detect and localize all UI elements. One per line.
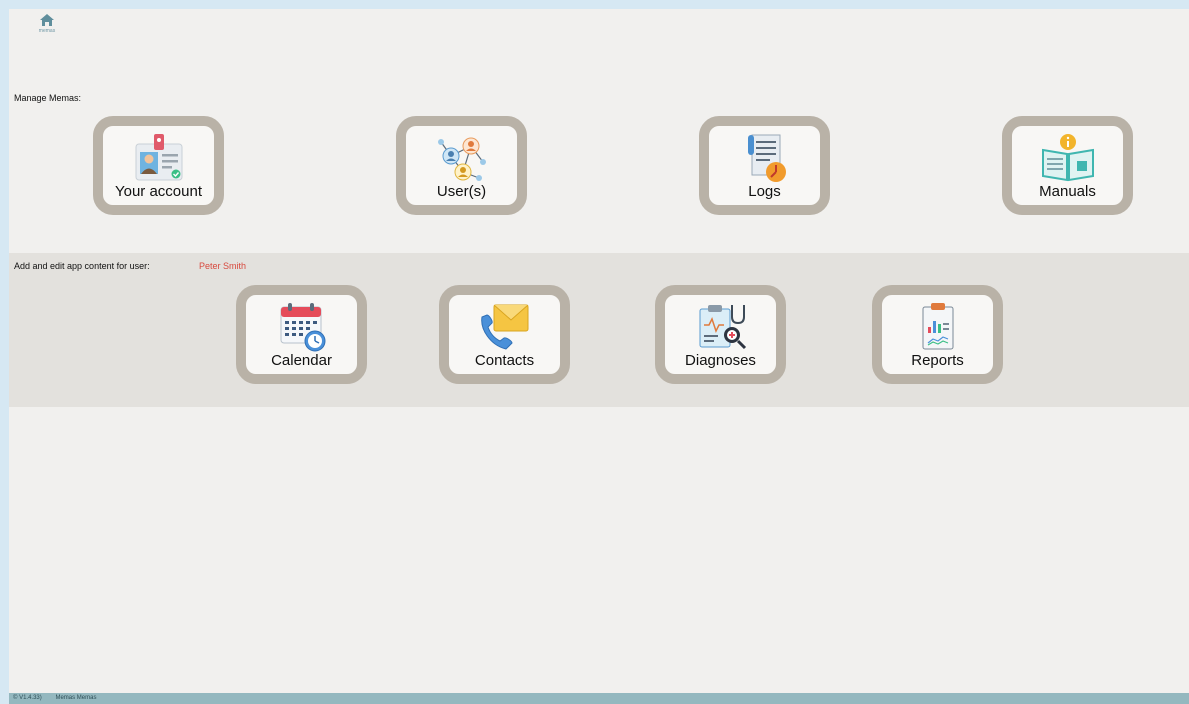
calendar-tile[interactable]: Calendar (236, 285, 367, 384)
manuals-tile[interactable]: Manuals (1002, 116, 1133, 215)
app-name-text: Memas Memas (55, 695, 97, 701)
your-account-tile[interactable]: Your account (93, 116, 224, 215)
contacts-tile[interactable]: Contacts (439, 285, 570, 384)
logs-label: Logs (748, 183, 781, 200)
manual-book-icon (1039, 132, 1097, 184)
home-button[interactable]: memas (35, 13, 59, 37)
diagnoses-icon (692, 301, 750, 353)
version-text: © V1.4.33) (13, 695, 42, 701)
logs-tile[interactable]: Logs (699, 116, 830, 215)
calendar-label: Calendar (271, 352, 332, 369)
log-clock-icon (736, 132, 794, 184)
status-bar: © V1.4.33) Memas Memas (9, 693, 1189, 704)
reports-label: Reports (911, 352, 964, 369)
reports-tile[interactable]: Reports (872, 285, 1003, 384)
home-icon (39, 13, 55, 27)
user-content-title: Add and edit app content for user: (14, 261, 150, 271)
home-label: memas (38, 28, 56, 34)
manuals-label: Manuals (1039, 183, 1096, 200)
users-label: User(s) (436, 183, 487, 200)
app-window: memas Manage Memas: Your account User(s)… (9, 9, 1189, 693)
diagnoses-tile[interactable]: Diagnoses (655, 285, 786, 384)
manage-section-title: Manage Memas: (14, 93, 82, 103)
contacts-icon (476, 301, 534, 353)
contacts-label: Contacts (474, 352, 535, 369)
id-card-icon (130, 132, 188, 184)
selected-user-name[interactable]: Peter Smith (199, 261, 246, 271)
users-network-icon (433, 132, 491, 184)
user-content-section: Add and edit app content for user: Peter… (9, 253, 1189, 407)
calendar-icon (273, 301, 331, 353)
diagnoses-label: Diagnoses (685, 352, 756, 369)
reports-icon (909, 301, 967, 353)
your-account-label: Your account (114, 183, 202, 200)
users-tile[interactable]: User(s) (396, 116, 527, 215)
